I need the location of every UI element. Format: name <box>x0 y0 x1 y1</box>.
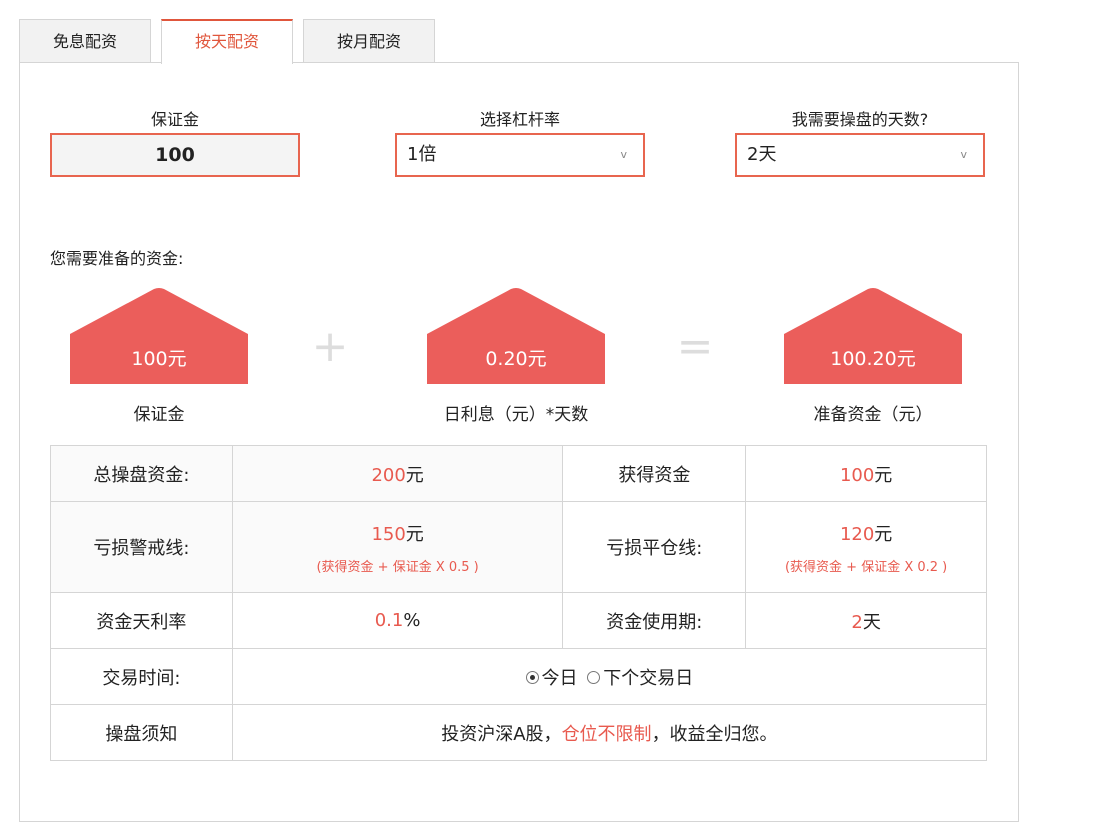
warning-line-formula: (获得资金 + 保证金 X 0.5 ) <box>316 559 479 575</box>
leverage-select-value: 1倍 <box>407 144 437 165</box>
deposit-input[interactable]: 100 <box>50 133 300 177</box>
trade-time-options: 今日 下个交易日 <box>231 648 988 705</box>
daily-rate-value: 0.1% <box>231 592 564 649</box>
daily-rate-label: 资金天利率 <box>50 592 233 649</box>
obtained-funds-label: 获得资金 <box>562 445 747 502</box>
days-select[interactable]: 2天 v <box>735 133 985 177</box>
daily-financing-panel: 保证金 选择杠杆率 我需要操盘的天数? 100 1倍 v 2天 v 您需要准备的… <box>19 62 1019 822</box>
total-house-shape: 100.20元 <box>784 288 962 384</box>
notice-text: 投资沪深A股，仓位不限制，收益全归您。 <box>231 704 988 761</box>
radio-unselected-icon <box>587 671 601 684</box>
total-funds-label: 总操盘资金: <box>50 445 233 502</box>
radio-selected-icon <box>525 671 539 684</box>
warning-line-value: 150元 (获得资金 + 保证金 X 0.5 ) <box>231 501 564 593</box>
tab-daily[interactable]: 按天配资 <box>161 19 293 64</box>
usage-period-value: 2天 <box>745 592 987 649</box>
radio-next-day[interactable]: 下个交易日 <box>587 668 693 689</box>
liquidation-line-value: 120元 (获得资金 + 保证金 X 0.2 ) <box>745 501 987 593</box>
deposit-house-shape: 100元 <box>70 288 248 384</box>
total-prepare-amount: 100.20元 <box>830 348 916 370</box>
table-row: 操盘须知 投资沪深A股，仓位不限制，收益全归您。 <box>50 704 988 761</box>
trade-time-label: 交易时间: <box>50 648 233 705</box>
interest-house-shape: 0.20元 <box>427 288 605 384</box>
deposit-caption: 保证金 <box>133 405 185 425</box>
deposit-amount: 100元 <box>131 348 187 370</box>
days-select-value: 2天 <box>747 144 777 165</box>
table-row: 资金天利率 0.1% 资金使用期: 2天 <box>50 592 987 649</box>
tab-monthly[interactable]: 按月配资 <box>303 19 435 63</box>
table-row: 总操盘资金: 200元 获得资金 100元 <box>50 445 987 502</box>
total-funds-value: 200元 <box>231 445 564 502</box>
plus-icon: + <box>311 321 349 372</box>
deposit-label: 保证金 <box>150 110 199 129</box>
liquidation-line-formula: (获得资金 + 保证金 X 0.2 ) <box>784 559 948 575</box>
total-caption: 准备资金（元） <box>813 405 933 425</box>
obtained-funds-value: 100元 <box>745 445 987 502</box>
leverage-label: 选择杠杆率 <box>479 110 560 129</box>
usage-period-label: 资金使用期: <box>562 592 747 649</box>
table-row: 亏损警戒线: 150元 (获得资金 + 保证金 X 0.5 ) 亏损平仓线: 1… <box>50 501 987 593</box>
warning-line-label: 亏损警戒线: <box>50 501 233 593</box>
leverage-select[interactable]: 1倍 v <box>395 133 645 177</box>
days-label: 我需要操盘的天数? <box>791 110 929 129</box>
radio-today[interactable]: 今日 <box>525 668 578 689</box>
equals-icon: = <box>676 321 714 372</box>
notice-label: 操盘须知 <box>50 704 233 761</box>
table-row: 交易时间: 今日 下个交易日 <box>50 648 988 705</box>
interest-amount: 0.20元 <box>485 348 547 370</box>
info-table: 总操盘资金: 200元 获得资金 100元 亏损警戒线: 150元 (获得资金 … <box>50 445 988 761</box>
tab-interest-free[interactable]: 免息配资 <box>19 19 151 63</box>
chevron-down-icon: v <box>960 148 967 161</box>
liquidation-line-label: 亏损平仓线: <box>562 501 747 593</box>
prepare-title: 您需要准备的资金: <box>50 249 184 268</box>
chevron-down-icon: v <box>620 148 627 161</box>
interest-caption: 日利息（元）*天数 <box>443 405 589 425</box>
